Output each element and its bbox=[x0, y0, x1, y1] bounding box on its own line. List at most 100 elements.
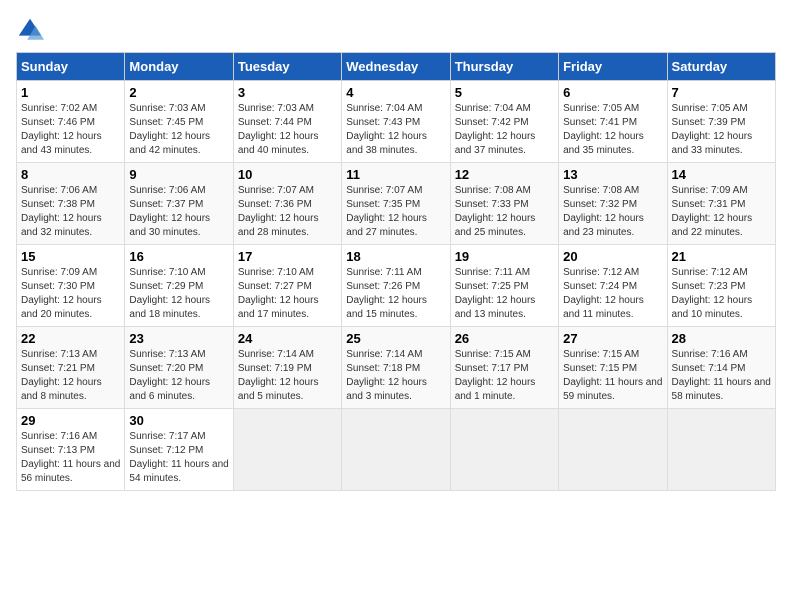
day-number: 16 bbox=[129, 249, 228, 264]
calendar-cell: 27Sunrise: 7:15 AMSunset: 7:15 PMDayligh… bbox=[559, 327, 667, 409]
day-number: 20 bbox=[563, 249, 662, 264]
day-number: 17 bbox=[238, 249, 337, 264]
day-detail: Sunrise: 7:09 AMSunset: 7:31 PMDaylight:… bbox=[672, 184, 771, 240]
day-number: 1 bbox=[21, 85, 120, 100]
day-detail: Sunrise: 7:07 AMSunset: 7:35 PMDaylight:… bbox=[346, 184, 445, 240]
calendar-cell bbox=[342, 409, 450, 491]
day-detail: Sunrise: 7:14 AMSunset: 7:19 PMDaylight:… bbox=[238, 348, 337, 404]
calendar-cell: 13 Sunrise: 7:08 AMSunset: 7:32 PMDayligh… bbox=[559, 163, 667, 245]
calendar-cell: 15Sunrise: 7:09 AMSunset: 7:30 PMDayligh… bbox=[17, 245, 125, 327]
logo-icon bbox=[16, 16, 44, 44]
calendar-cell: 18 Sunrise: 7:11 AMSunset: 7:26 PMDayligh… bbox=[342, 245, 450, 327]
day-number: 26 bbox=[455, 331, 554, 346]
calendar-cell: 29 Sunrise: 7:16 AMSunset: 7:13 PMDayligh… bbox=[17, 409, 125, 491]
day-detail: Sunrise: 7:10 AMSunset: 7:27 PMDaylight:… bbox=[238, 266, 337, 322]
day-detail: Sunrise: 7:06 AMSunset: 7:38 PMDaylight:… bbox=[21, 184, 120, 240]
day-detail: Sunrise: 7:12 AMSunset: 7:23 PMDaylight:… bbox=[672, 266, 771, 322]
calendar-cell: 5Sunrise: 7:04 AMSunset: 7:42 PMDaylight… bbox=[450, 81, 558, 163]
logo bbox=[16, 16, 46, 44]
day-number: 19 bbox=[455, 249, 554, 264]
day-detail: Sunrise: 7:12 AMSunset: 7:24 PMDaylight:… bbox=[563, 266, 662, 322]
calendar-cell bbox=[667, 409, 775, 491]
calendar-cell bbox=[233, 409, 341, 491]
day-detail: Sunrise: 7:16 AMSunset: 7:14 PMDaylight:… bbox=[672, 348, 771, 404]
day-number: 11 bbox=[346, 167, 445, 182]
calendar-cell: 21 Sunrise: 7:12 AMSunset: 7:23 PMDayligh… bbox=[667, 245, 775, 327]
day-detail: Sunrise: 7:11 AMSunset: 7:25 PMDaylight:… bbox=[455, 266, 554, 322]
calendar-cell: 28 Sunrise: 7:16 AMSunset: 7:14 PMDayligh… bbox=[667, 327, 775, 409]
calendar-week-row: 22Sunrise: 7:13 AMSunset: 7:21 PMDayligh… bbox=[17, 327, 776, 409]
calendar-header-row: SundayMondayTuesdayWednesdayThursdayFrid… bbox=[17, 53, 776, 81]
calendar-table: SundayMondayTuesdayWednesdayThursdayFrid… bbox=[16, 52, 776, 491]
day-number: 28 bbox=[672, 331, 771, 346]
day-detail: Sunrise: 7:04 AMSunset: 7:42 PMDaylight:… bbox=[455, 102, 554, 158]
day-header-wednesday: Wednesday bbox=[342, 53, 450, 81]
day-number: 10 bbox=[238, 167, 337, 182]
calendar-cell: 20 Sunrise: 7:12 AMSunset: 7:24 PMDayligh… bbox=[559, 245, 667, 327]
day-number: 15 bbox=[21, 249, 120, 264]
day-detail: Sunrise: 7:16 AMSunset: 7:13 PMDaylight:… bbox=[21, 430, 120, 486]
day-header-friday: Friday bbox=[559, 53, 667, 81]
day-header-thursday: Thursday bbox=[450, 53, 558, 81]
day-detail: Sunrise: 7:07 AMSunset: 7:36 PMDaylight:… bbox=[238, 184, 337, 240]
calendar-week-row: 29 Sunrise: 7:16 AMSunset: 7:13 PMDayligh… bbox=[17, 409, 776, 491]
calendar-cell: 1 Sunrise: 7:02 AMSunset: 7:46 PMDaylight… bbox=[17, 81, 125, 163]
calendar-cell: 10 Sunrise: 7:07 AMSunset: 7:36 PMDayligh… bbox=[233, 163, 341, 245]
day-detail: Sunrise: 7:03 AMSunset: 7:44 PMDaylight:… bbox=[238, 102, 337, 158]
calendar-cell: 11 Sunrise: 7:07 AMSunset: 7:35 PMDayligh… bbox=[342, 163, 450, 245]
calendar-week-row: 1 Sunrise: 7:02 AMSunset: 7:46 PMDaylight… bbox=[17, 81, 776, 163]
day-header-monday: Monday bbox=[125, 53, 233, 81]
header bbox=[16, 16, 776, 44]
day-detail: Sunrise: 7:10 AMSunset: 7:29 PMDaylight:… bbox=[129, 266, 228, 322]
day-detail: Sunrise: 7:05 AMSunset: 7:41 PMDaylight:… bbox=[563, 102, 662, 158]
day-number: 27 bbox=[563, 331, 662, 346]
calendar-body: 1 Sunrise: 7:02 AMSunset: 7:46 PMDaylight… bbox=[17, 81, 776, 491]
day-header-saturday: Saturday bbox=[667, 53, 775, 81]
day-detail: Sunrise: 7:13 AMSunset: 7:21 PMDaylight:… bbox=[21, 348, 120, 404]
day-detail: Sunrise: 7:03 AMSunset: 7:45 PMDaylight:… bbox=[129, 102, 228, 158]
calendar-cell: 22Sunrise: 7:13 AMSunset: 7:21 PMDayligh… bbox=[17, 327, 125, 409]
day-detail: Sunrise: 7:06 AMSunset: 7:37 PMDaylight:… bbox=[129, 184, 228, 240]
calendar-cell bbox=[450, 409, 558, 491]
calendar-cell: 3Sunrise: 7:03 AMSunset: 7:44 PMDaylight… bbox=[233, 81, 341, 163]
calendar-cell: 7 Sunrise: 7:05 AMSunset: 7:39 PMDaylight… bbox=[667, 81, 775, 163]
day-number: 7 bbox=[672, 85, 771, 100]
day-number: 4 bbox=[346, 85, 445, 100]
calendar-week-row: 8Sunrise: 7:06 AMSunset: 7:38 PMDaylight… bbox=[17, 163, 776, 245]
calendar-cell: 16 Sunrise: 7:10 AMSunset: 7:29 PMDayligh… bbox=[125, 245, 233, 327]
calendar-cell bbox=[559, 409, 667, 491]
calendar-cell: 8Sunrise: 7:06 AMSunset: 7:38 PMDaylight… bbox=[17, 163, 125, 245]
calendar-cell: 25Sunrise: 7:14 AMSunset: 7:18 PMDayligh… bbox=[342, 327, 450, 409]
calendar-cell: 6 Sunrise: 7:05 AMSunset: 7:41 PMDaylight… bbox=[559, 81, 667, 163]
day-detail: Sunrise: 7:04 AMSunset: 7:43 PMDaylight:… bbox=[346, 102, 445, 158]
day-number: 9 bbox=[129, 167, 228, 182]
calendar-cell: 26 Sunrise: 7:15 AMSunset: 7:17 PMDayligh… bbox=[450, 327, 558, 409]
calendar-cell: 17 Sunrise: 7:10 AMSunset: 7:27 PMDayligh… bbox=[233, 245, 341, 327]
day-number: 6 bbox=[563, 85, 662, 100]
day-detail: Sunrise: 7:17 AMSunset: 7:12 PMDaylight:… bbox=[129, 430, 228, 486]
day-detail: Sunrise: 7:08 AMSunset: 7:33 PMDaylight:… bbox=[455, 184, 554, 240]
day-number: 2 bbox=[129, 85, 228, 100]
day-detail: Sunrise: 7:15 AMSunset: 7:17 PMDaylight:… bbox=[455, 348, 554, 404]
day-detail: Sunrise: 7:05 AMSunset: 7:39 PMDaylight:… bbox=[672, 102, 771, 158]
calendar-cell: 24 Sunrise: 7:14 AMSunset: 7:19 PMDayligh… bbox=[233, 327, 341, 409]
day-number: 29 bbox=[21, 413, 120, 428]
day-detail: Sunrise: 7:11 AMSunset: 7:26 PMDaylight:… bbox=[346, 266, 445, 322]
day-header-sunday: Sunday bbox=[17, 53, 125, 81]
day-number: 13 bbox=[563, 167, 662, 182]
calendar-cell: 4 Sunrise: 7:04 AMSunset: 7:43 PMDaylight… bbox=[342, 81, 450, 163]
day-number: 30 bbox=[129, 413, 228, 428]
calendar-cell: 19 Sunrise: 7:11 AMSunset: 7:25 PMDayligh… bbox=[450, 245, 558, 327]
day-number: 21 bbox=[672, 249, 771, 264]
calendar-week-row: 15Sunrise: 7:09 AMSunset: 7:30 PMDayligh… bbox=[17, 245, 776, 327]
calendar-cell: 14 Sunrise: 7:09 AMSunset: 7:31 PMDayligh… bbox=[667, 163, 775, 245]
day-number: 24 bbox=[238, 331, 337, 346]
day-number: 14 bbox=[672, 167, 771, 182]
day-header-tuesday: Tuesday bbox=[233, 53, 341, 81]
calendar-cell: 2 Sunrise: 7:03 AMSunset: 7:45 PMDaylight… bbox=[125, 81, 233, 163]
day-number: 23 bbox=[129, 331, 228, 346]
day-number: 18 bbox=[346, 249, 445, 264]
day-detail: Sunrise: 7:02 AMSunset: 7:46 PMDaylight:… bbox=[21, 102, 120, 158]
day-detail: Sunrise: 7:14 AMSunset: 7:18 PMDaylight:… bbox=[346, 348, 445, 404]
day-detail: Sunrise: 7:08 AMSunset: 7:32 PMDaylight:… bbox=[563, 184, 662, 240]
